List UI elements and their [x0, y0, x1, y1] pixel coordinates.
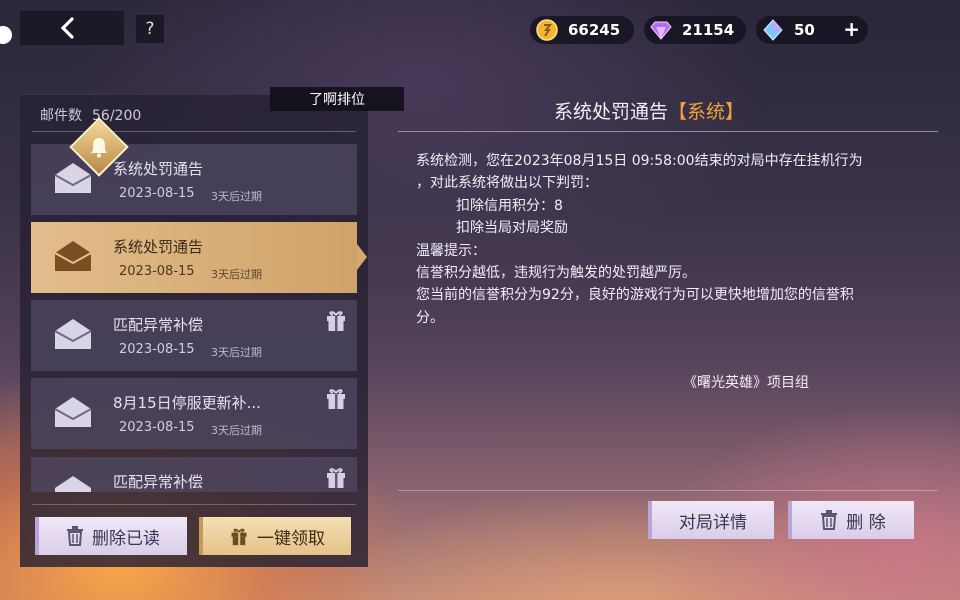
delete-mail-label: 删 除	[846, 512, 886, 533]
mail-item-selected[interactable]: 系统处罚通告 2023-08-15 3天后过期	[31, 222, 367, 293]
delete-read-label: 删除已读	[92, 528, 160, 549]
envelope-icon	[54, 163, 92, 193]
gold-amount: 66245	[568, 21, 621, 39]
claim-all-label: 一键领取	[257, 528, 325, 549]
back-button[interactable]	[20, 11, 124, 45]
detail-divider-top	[398, 131, 938, 132]
mail-expiry: 3天后过期	[211, 190, 262, 203]
mail-expiry: 3天后过期	[211, 268, 262, 281]
diamond-currency: 21154	[644, 16, 746, 44]
envelope-icon	[54, 241, 92, 271]
add-crystal-button[interactable]: +	[843, 17, 860, 41]
crystal-amount: 50	[794, 21, 815, 39]
blue-crystal-icon	[763, 19, 783, 41]
mail-expiry: 3天后过期	[211, 424, 262, 437]
gift-icon	[327, 389, 345, 409]
selected-arrow-icon	[357, 244, 367, 270]
mail-title: 匹配异常补偿	[113, 316, 204, 334]
mail-title: 8月15日停服更新补...	[113, 394, 261, 412]
diamond-amount: 21154	[682, 21, 735, 39]
body-line: ，对此系统将做出以下判罚：	[416, 175, 598, 192]
list-divider-top	[32, 131, 356, 132]
detail-divider-bottom	[398, 490, 938, 491]
gift-icon	[327, 468, 345, 488]
mail-item[interactable]: 8月15日停服更新补... 2023-08-15 3天后过期	[31, 378, 357, 449]
list-divider-bottom	[32, 504, 356, 505]
gold-currency: 66245	[530, 16, 634, 44]
help-button[interactable]: ?	[136, 15, 164, 43]
bell-icon	[91, 138, 107, 158]
detail-title-tag: 【系统】	[668, 101, 745, 123]
body-line: 您当前的信誉积分为92分，良好的游戏行为可以更快地增加您的信誉积	[416, 287, 854, 304]
body-line: 扣除当局对局奖励	[456, 220, 568, 237]
mail-date: 2023-08-15	[119, 186, 195, 201]
gift-icon	[327, 311, 345, 331]
body-line: 扣除信用积分：8	[456, 197, 563, 214]
mail-detail-title: 系统处罚通告【系统】	[554, 97, 744, 124]
mail-list-panel: 邮件数 56/200 系统处罚通告 2023-08-15 3天后过期 系统处罚通告…	[20, 94, 368, 567]
trash-icon	[67, 526, 83, 546]
mail-date: 2023-08-15	[119, 264, 195, 279]
mail-signature: 《曙光英雄》项目组	[683, 375, 809, 391]
body-line: 信誉积分越低，违规行为触发的处罚越严厉。	[416, 265, 696, 282]
envelope-icon	[55, 476, 91, 492]
claim-all-button[interactable]: 一键领取	[199, 517, 351, 555]
trash-icon	[821, 510, 838, 530]
chevron-left-icon	[60, 17, 74, 39]
envelope-icon	[54, 319, 92, 349]
detail-tag: 了啊排位	[270, 87, 404, 111]
mail-title: 系统处罚通告	[113, 238, 204, 256]
mail-expiry: 3天后过期	[211, 346, 262, 359]
gift-icon	[231, 528, 247, 546]
body-line: 系统检测，您在2023年08月15日 09:58:00结束的对局中存在挂机行为	[416, 153, 863, 169]
mail-date: 2023-08-15	[119, 342, 195, 357]
mail-date: 2023-08-15	[119, 420, 195, 435]
body-line: 温馨提示：	[416, 242, 486, 259]
crystal-currency: 50 +	[756, 16, 868, 44]
mail-title: 匹配异常补偿	[113, 473, 204, 491]
mail-title: 系统处罚通告	[113, 160, 204, 178]
body-line: 分。	[416, 309, 444, 326]
match-detail-button[interactable]: 对局详情	[648, 501, 774, 539]
mail-item[interactable]: 匹配异常补偿 2023-08-15 3天后过期	[31, 300, 357, 371]
mail-count-label: 邮件数	[40, 108, 82, 124]
floating-dot[interactable]	[0, 26, 12, 44]
mail-item[interactable]: 匹配异常补偿	[31, 457, 357, 492]
mail-count: 邮件数 56/200	[40, 105, 141, 125]
purple-diamond-icon	[650, 21, 672, 40]
gold-coin-icon	[536, 19, 558, 41]
detail-title-text: 系统处罚通告	[554, 101, 669, 123]
envelope-icon	[54, 397, 92, 427]
delete-mail-button[interactable]: 删 除	[788, 501, 914, 539]
mail-body: 系统检测，您在2023年08月15日 09:58:00结束的对局中存在挂机行为 …	[416, 150, 926, 329]
delete-read-button[interactable]: 删除已读	[35, 517, 187, 555]
match-detail-label: 对局详情	[679, 512, 747, 533]
